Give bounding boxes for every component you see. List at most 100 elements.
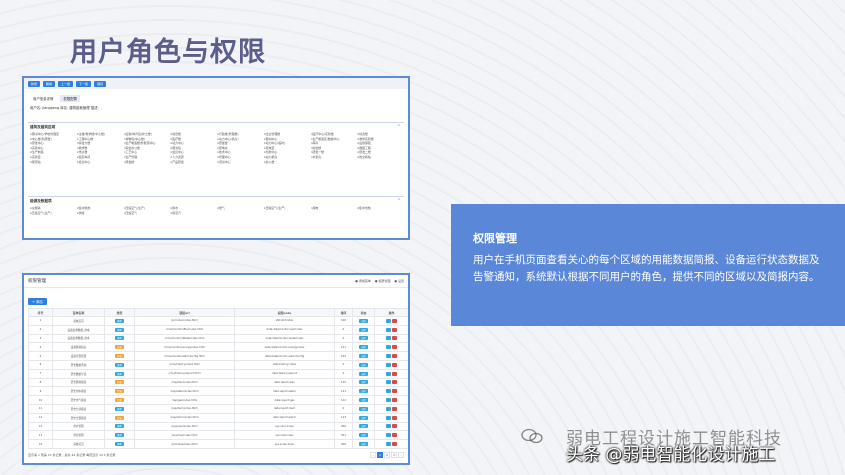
- table-row[interactable]: 1 系统首页 菜单/pc/index/index.html sfsf:sfsf:ind…: [28, 316, 408, 326]
- checkbox-item[interactable]: ▫产品研发: [170, 160, 215, 164]
- checkbox-item[interactable]: ▫企业管理楼: [264, 132, 309, 136]
- checkbox-item[interactable]: ▫会议中心: [77, 160, 122, 164]
- table-row[interactable]: 8 历史能耗报表 目录/rep/elec/index.html data:report…: [28, 377, 408, 388]
- checkbox-item[interactable]: ▫水泵房: [311, 155, 356, 159]
- checkbox-item[interactable]: ▫生产制造楼/新能源中心: [124, 141, 169, 145]
- checkbox-item[interactable]: ▫研发楼: [124, 160, 169, 164]
- table-row[interactable]: 3 设备监测数据_用水 菜单/cms/monitor/WaterIndex.html…: [28, 333, 408, 344]
- toolbar-button[interactable]: 删除: [43, 80, 56, 87]
- delete-icon[interactable]: [392, 389, 397, 394]
- permission-link[interactable]: ● 权限管理: [375, 279, 391, 283]
- checkbox-item[interactable]: ▫测试中心: [217, 160, 262, 164]
- checkbox-item[interactable]: ▫实验中心: [30, 146, 75, 150]
- delete-icon[interactable]: [392, 327, 397, 332]
- checkbox-item[interactable]: ▫动力机房: [264, 155, 309, 159]
- edit-icon[interactable]: [386, 327, 391, 332]
- edit-icon[interactable]: [386, 380, 391, 385]
- checkbox-item[interactable]: ▫研发一楼: [311, 150, 356, 154]
- checkbox-item[interactable]: ▫动力中心: [170, 141, 215, 145]
- checkbox-item[interactable]: ▫压缩空气(生产): [264, 206, 309, 210]
- checkbox-item[interactable]: ▫教学实验楼: [357, 137, 402, 141]
- delete-icon[interactable]: [392, 442, 397, 447]
- edit-icon[interactable]: [386, 354, 391, 359]
- checkbox-item[interactable]: ▫用电: [311, 206, 356, 210]
- delete-icon[interactable]: [392, 380, 397, 385]
- table-row[interactable]: 7 历史数据导出 菜单/cms/history/export.html data:hi…: [28, 368, 408, 379]
- edit-icon[interactable]: [386, 362, 391, 367]
- edit-icon[interactable]: [386, 371, 391, 376]
- delete-icon[interactable]: [392, 398, 397, 403]
- edit-icon[interactable]: [386, 424, 391, 429]
- add-button[interactable]: + 添加: [28, 298, 47, 305]
- checkbox-item[interactable]: ▫数据工程: [357, 146, 402, 150]
- checkbox-item[interactable]: ▫燃气: [217, 206, 262, 210]
- delete-icon[interactable]: [392, 345, 397, 350]
- toolbar-button[interactable]: 新增: [28, 80, 41, 87]
- checkbox-item[interactable]: ▫综合楼: [357, 132, 402, 136]
- add-menu-link[interactable]: ● 添加菜单: [355, 279, 371, 283]
- checkbox-item[interactable]: ▫后勤/体育馆(护士楼): [124, 132, 169, 136]
- table-row[interactable]: 2 设备监测数据_用电 菜单/cms/monitor/ElecIndex.html d…: [28, 324, 408, 335]
- checkbox-item[interactable]: ▫技术中心: [217, 150, 262, 154]
- table-row[interactable]: 13 用户管理 菜单/sys/user/index.html sys:user:ind…: [28, 421, 408, 432]
- checkbox-item[interactable]: ▫主楼/教学楼(中心楼): [77, 132, 122, 136]
- checkbox-item[interactable]: ▫动力中心(机房): [217, 137, 262, 141]
- checkbox-item[interactable]: ▫博物馆(中心楼): [124, 137, 169, 141]
- checkbox-item[interactable]: ▫图书馆: [170, 146, 215, 150]
- edit-icon[interactable]: [386, 406, 391, 411]
- table-row[interactable]: 14 角色管理 菜单/sys/role/index.html sys:role:ind…: [28, 430, 408, 441]
- checkbox-item[interactable]: ▫实验室: [30, 155, 75, 159]
- checkbox-item[interactable]: ▫综合办公楼: [124, 146, 169, 150]
- checkbox-item[interactable]: ▫后勤保障: [357, 141, 402, 145]
- checkbox-item[interactable]: ▫人力资源: [170, 155, 215, 159]
- checkbox-item[interactable]: ▫压缩空气: [124, 211, 169, 215]
- delete-icon[interactable]: [392, 362, 397, 367]
- toolbar-button[interactable]: 保存: [94, 80, 107, 87]
- checkbox-item[interactable]: ▫会议中心: [170, 150, 215, 154]
- table-row[interactable]: 12 历史告警报表 目录/rep/alarm/index.html data:repo…: [28, 412, 408, 423]
- checkbox-item[interactable]: ▫压缩空气(生产): [124, 206, 169, 210]
- edit-icon[interactable]: [386, 415, 391, 420]
- delete-icon[interactable]: [392, 406, 397, 411]
- checkbox-item[interactable]: ▫工艺中心: [124, 150, 169, 154]
- checkbox-item[interactable]: ▫总能耗: [30, 206, 75, 210]
- checkbox-item[interactable]: ▫用蒸汽: [170, 211, 215, 215]
- delete-icon[interactable]: [392, 433, 397, 438]
- checkbox-item[interactable]: ▫图书中心/学校管理区: [30, 132, 75, 136]
- collapse-icon[interactable]: ⌃: [397, 198, 401, 204]
- checkbox-item[interactable]: ▫重点楼: [77, 150, 122, 154]
- page-button[interactable]: 1: [377, 452, 383, 458]
- checkbox-item[interactable]: ▫研发中心: [30, 141, 75, 145]
- tab-user-info[interactable]: 用户信息详情: [30, 95, 56, 102]
- checkbox-item[interactable]: ▫研发楼: [217, 141, 262, 145]
- settings-link[interactable]: ● 设置: [394, 279, 404, 283]
- checkbox-item[interactable]: ▫配电房: [217, 146, 262, 150]
- checkbox-item[interactable]: ▫工程中心楼: [77, 137, 122, 141]
- edit-icon[interactable]: [386, 433, 391, 438]
- checkbox-item[interactable]: ▫生产管理: [124, 155, 169, 159]
- toolbar-button[interactable]: 下一级: [76, 80, 92, 87]
- edit-icon[interactable]: [386, 389, 391, 394]
- checkbox-item[interactable]: ▫生产制造: [30, 150, 75, 154]
- toolbar-button[interactable]: 上一级: [58, 80, 74, 87]
- checkbox-item[interactable]: ▫综合大楼: [77, 141, 122, 145]
- checkbox-item[interactable]: ▫装配车间: [77, 155, 122, 159]
- checkbox-item[interactable]: ▫医疗中心/实验楼: [311, 132, 356, 136]
- delete-icon[interactable]: [392, 354, 397, 359]
- edit-icon[interactable]: [386, 398, 391, 403]
- checkbox-item[interactable]: ▫办公楼: [264, 160, 309, 164]
- checkbox-item[interactable]: ▫库房: [311, 141, 356, 145]
- table-row[interactable]: 4 设备能耗指标 目录/cms/monitor/energyIndex.html da…: [28, 342, 408, 353]
- table-row[interactable]: 5 设备告警配置 目录/cms/monitor/alarmConfig.html da…: [28, 351, 408, 361]
- collapse-icon[interactable]: ⌃: [397, 124, 401, 130]
- table-row[interactable]: 9 历史用水报表 目录/rep/water/index.html data:repor…: [28, 386, 408, 397]
- checkbox-item[interactable]: ▫教学楼: [77, 146, 122, 150]
- page-button[interactable]: 2: [384, 452, 390, 458]
- checkbox-item[interactable]: ▫热交换站: [357, 155, 402, 159]
- checkbox-item[interactable]: ▫中心楼(科研楼): [30, 137, 75, 141]
- delete-icon[interactable]: [392, 371, 397, 376]
- page-button[interactable]: ›: [398, 452, 404, 458]
- checkbox-item[interactable]: ▫动力中心(临时): [264, 141, 309, 145]
- checkbox-item[interactable]: ▫图书中心: [264, 137, 309, 141]
- table-row[interactable]: 15 系统首页 菜单/pc/index/main.html sys:index:mai…: [28, 439, 408, 449]
